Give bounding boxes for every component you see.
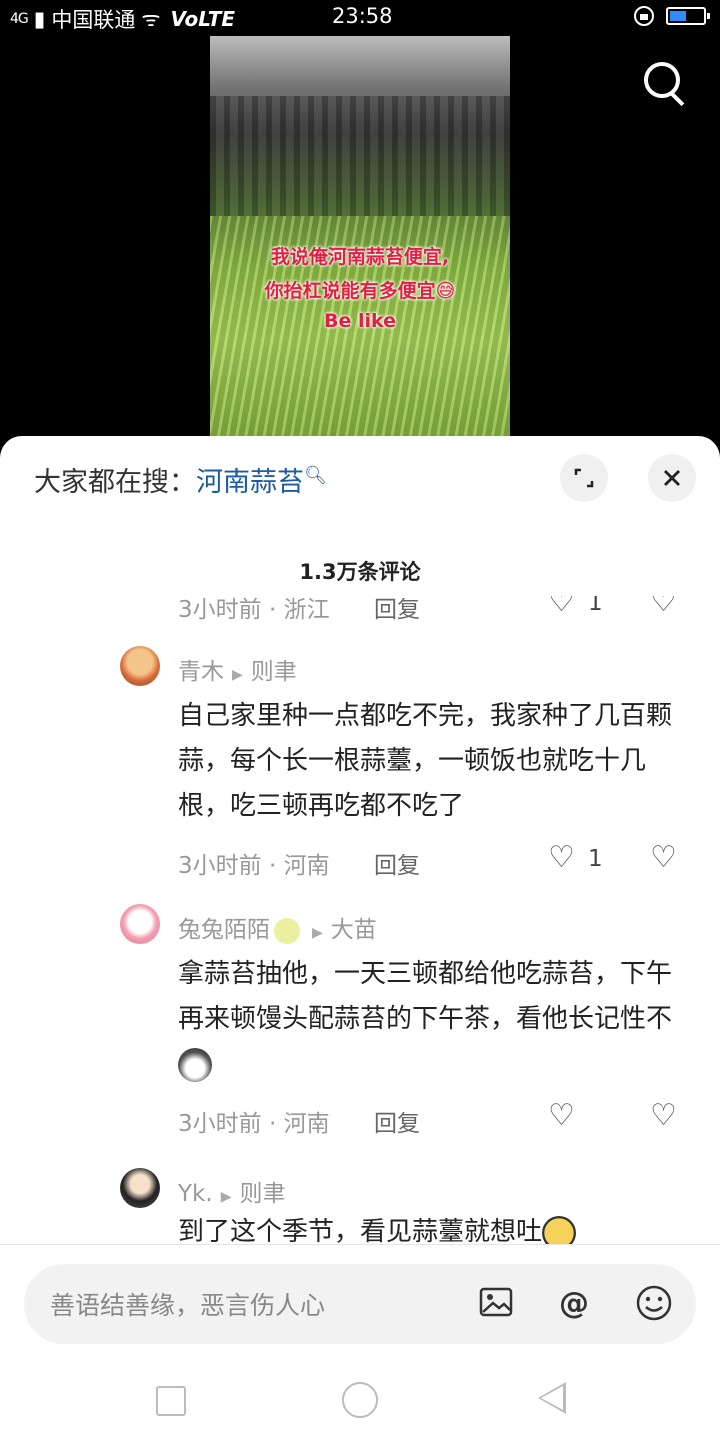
comment-text: 到了这个季节，看见蒜薹就想吐 [178,1210,678,1244]
like-count: 1 [588,596,603,616]
hot-search-label: 大家都在搜： [34,467,196,498]
search-icon[interactable] [640,58,690,108]
video-background-crate [210,96,510,216]
recent-apps-button[interactable] [156,1386,186,1416]
avatar[interactable] [120,1168,160,1208]
comment-text: 自己家里种一点都吃不完，我家种了几百颗蒜，每个长一根蒜薹，一顿饭也就吃十几根，吃… [178,701,673,821]
reply-button[interactable]: 回复 [374,1104,420,1138]
like-icon[interactable]: ♡ [548,1098,575,1133]
avatar[interactable] [120,646,160,686]
comment-meta: 3小时前 · 河南 [178,853,330,879]
reply-to-name[interactable]: 大苗 [331,917,377,943]
comment-author[interactable]: Yk. ▶ 则聿 [178,1174,285,1208]
dislike-icon[interactable]: ♡ [650,1098,677,1133]
emoji-icon[interactable] [634,1284,674,1324]
dislike-icon[interactable]: ♡ [650,840,677,875]
divider [0,1244,720,1245]
video-area[interactable]: 我说俺河南蒜苔便宜, 你抬杠说能有多便宜😅 Be like [0,36,720,440]
clock: 23:58 [332,4,393,28]
video-caption-line-2: 你抬杠说能有多便宜😅 [264,280,456,302]
reply-arrow-icon: ▶ [220,1189,232,1205]
back-button[interactable] [538,1382,566,1414]
like-icon[interactable]: ♡ [548,840,575,875]
author-name[interactable]: Yk. [178,1181,213,1207]
reply-to-name[interactable]: 则聿 [239,1181,285,1207]
author-name[interactable]: 青木 [178,659,224,685]
hot-search: 大家都在搜：河南蒜苔🔍︎ [34,460,327,499]
like-icon[interactable]: ♡ [548,596,575,619]
rotation-lock-icon [634,6,654,26]
network-type: 4G [10,11,29,27]
search-small-icon[interactable]: 🔍︎ [304,465,327,486]
battery-icon [666,7,710,25]
video-caption-line-3: Be like [323,310,397,332]
status-left: 4G ▮ 中国联通 ᯤ VoLTE [10,4,235,34]
comment-author[interactable]: 青木 ▶ 则聿 [178,652,297,686]
husky-emoji-icon [178,1047,212,1082]
comment-input[interactable]: 善语结善缘，恶言伤人心 @ [24,1264,696,1344]
avatar[interactable] [120,904,160,944]
comment-author[interactable]: 兔兔陌陌 ▶ 大苗 [178,910,377,944]
reply-to-name[interactable]: 则聿 [251,659,297,685]
status-bar: 4G ▮ 中国联通 ᯤ VoLTE 23:58 [0,0,720,36]
reply-button[interactable]: 回复 [374,846,420,880]
reply-button[interactable]: 回复 [374,596,420,624]
dislike-icon[interactable]: ♡ [650,596,677,619]
comment-sheet: 大家都在搜：河南蒜苔🔍︎ 1.3万条评论 3小时前 · 浙江 回复 ♡ 1 ♡ … [0,436,720,1440]
image-icon[interactable] [476,1284,516,1324]
status-right [634,6,710,26]
comment-meta: 3小时前 · 河南 [178,1111,330,1137]
close-icon[interactable] [648,454,696,502]
comment-meta: 3小时前 · 浙江 [178,597,330,623]
headphone-emoji-icon [542,1215,577,1244]
reply-arrow-icon: ▶ [312,925,323,941]
hot-search-link[interactable]: 河南蒜苔 [196,467,304,498]
volte-label: VoLTE [170,7,236,31]
navigation-bar [0,1360,720,1440]
comment-text-content: 拿蒜苔抽他，一天三顿都给他吃蒜苔，下午再来顿馒头配蒜苔的下午茶，看他长记性不 [178,959,673,1034]
reply-arrow-icon: ▶ [232,667,243,683]
like-count: 1 [588,846,603,872]
expand-icon[interactable] [560,454,608,502]
home-button[interactable] [342,1382,378,1418]
comment-count: 1.3万条评论 [299,560,421,584]
carrier-name: 中国联通 [51,8,136,32]
mention-icon[interactable]: @ [554,1284,594,1324]
signal-icon: ▮ [33,7,46,31]
video-caption-line-1: 我说俺河南蒜苔便宜, [270,246,450,268]
comment-text: 拿蒜苔抽他，一天三顿都给他吃蒜苔，下午再来顿馒头配蒜苔的下午茶，看他长记性不 [178,952,678,1087]
video-frame[interactable]: 我说俺河南蒜苔便宜, 你抬杠说能有多便宜😅 Be like [210,36,510,440]
comment-text-content: 到了这个季节，看见蒜薹就想吐 [178,1217,543,1244]
author-name[interactable]: 兔兔陌陌 [178,917,270,943]
comment-input-placeholder[interactable]: 善语结善缘，恶言伤人心 [50,1286,325,1322]
comment-list[interactable]: 3小时前 · 浙江 回复 ♡ 1 ♡ 青木 ▶ 则聿 自己家里种一点都吃不完，我家种… [0,596,720,1244]
wifi-icon: ᯤ [141,7,161,31]
lemon-emoji-icon [274,917,300,944]
battery-fill [670,11,686,21]
